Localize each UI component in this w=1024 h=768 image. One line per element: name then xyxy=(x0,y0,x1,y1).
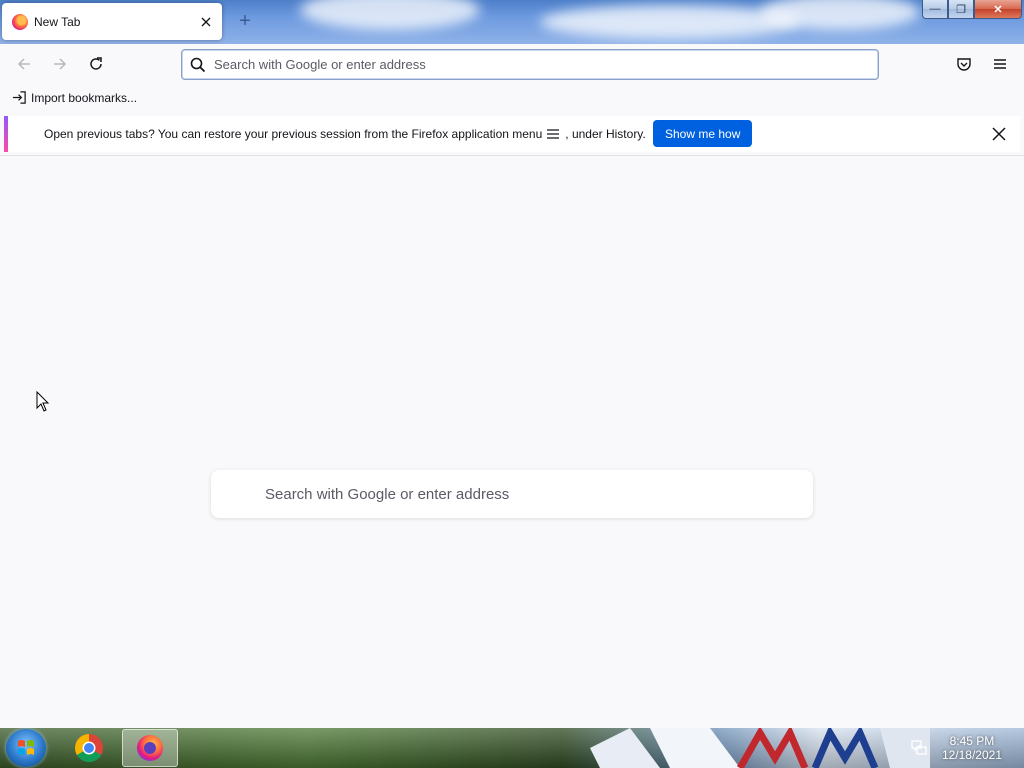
hamburger-menu-icon xyxy=(994,59,1006,69)
clock[interactable]: 8:45 PM 12/18/2021 xyxy=(942,734,1002,762)
content-search-box[interactable]: Search with Google or enter address xyxy=(211,470,813,518)
notification-text: Open previous tabs? You can restore your… xyxy=(44,127,543,141)
taskbar-chrome[interactable] xyxy=(61,729,117,767)
title-bar: New Tab + — ❐ ✕ xyxy=(0,0,1024,44)
bookmarks-toolbar: Import bookmarks... xyxy=(0,84,1024,112)
window-controls: — ❐ ✕ xyxy=(922,0,1022,19)
pocket-icon xyxy=(957,58,971,71)
back-arrow-icon xyxy=(17,58,30,70)
notification-message: Open previous tabs? You can restore your… xyxy=(44,127,646,141)
tab-close-icon[interactable] xyxy=(198,14,214,30)
new-tab-button[interactable]: + xyxy=(236,11,254,31)
content-search-placeholder: Search with Google or enter address xyxy=(265,485,510,503)
system-tray: 8:45 PM 12/18/2021 xyxy=(910,728,1024,768)
maximize-button[interactable]: ❐ xyxy=(948,0,974,19)
sky-cloud xyxy=(300,0,480,30)
forward-arrow-icon xyxy=(54,58,67,70)
pocket-button[interactable] xyxy=(952,52,976,76)
reload-icon xyxy=(90,57,102,70)
firefox-icon xyxy=(137,735,163,761)
notification-close-button[interactable] xyxy=(990,125,1008,143)
import-bookmarks-label: Import bookmarks... xyxy=(31,90,138,105)
mouse-cursor-icon xyxy=(36,390,50,415)
back-button[interactable] xyxy=(12,52,36,76)
new-tab-page: Search with Google or enter address xyxy=(0,156,1024,728)
app-menu-button[interactable] xyxy=(988,52,1012,76)
url-input[interactable] xyxy=(214,57,854,72)
clock-time: 8:45 PM xyxy=(949,734,995,748)
navigation-toolbar xyxy=(0,44,1024,84)
firefox-favicon-icon xyxy=(12,13,28,30)
taskbar: 8:45 PM 12/18/2021 xyxy=(0,728,1024,768)
tab-title: New Tab xyxy=(34,14,81,29)
forward-button[interactable] xyxy=(48,52,72,76)
clock-date: 12/18/2021 xyxy=(941,748,1002,762)
wallpaper-artwork xyxy=(590,728,930,768)
show-me-how-button[interactable]: Show me how xyxy=(653,120,753,147)
reload-button[interactable] xyxy=(84,52,108,76)
network-icon[interactable] xyxy=(910,739,928,757)
minimize-button[interactable]: — xyxy=(922,0,948,19)
tab-new-tab[interactable]: New Tab xyxy=(2,3,222,40)
chrome-icon xyxy=(75,734,103,762)
close-window-button[interactable]: ✕ xyxy=(974,0,1022,19)
import-bookmarks-button[interactable]: Import bookmarks... xyxy=(12,90,137,105)
start-button[interactable] xyxy=(6,729,46,767)
taskbar-firefox[interactable] xyxy=(122,729,178,767)
search-icon xyxy=(190,57,206,72)
windows-logo-icon xyxy=(18,740,34,755)
session-restore-notification: Open previous tabs? You can restore your… xyxy=(4,116,1020,152)
close-icon xyxy=(992,127,1006,141)
import-icon xyxy=(12,91,26,104)
hamburger-menu-icon xyxy=(547,129,560,139)
notification-text-suffix: , under History. xyxy=(565,127,646,141)
url-bar[interactable] xyxy=(181,49,879,80)
